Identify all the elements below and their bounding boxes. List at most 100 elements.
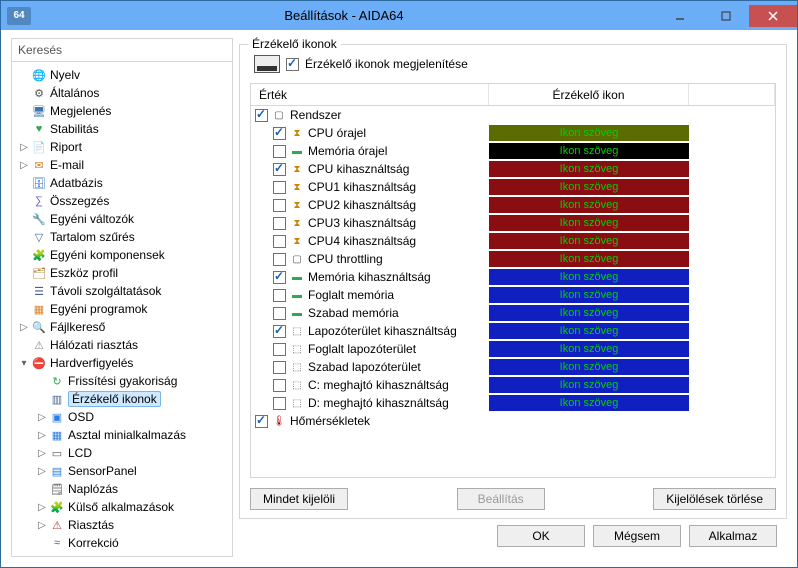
tree-item[interactable]: ▷🧩Külső alkalmazások [14, 498, 230, 516]
table-row[interactable]: ⬚Szabad lapozóterületIkon szöveg [251, 358, 775, 376]
select-all-button[interactable]: Mindet kijelöli [250, 488, 348, 510]
tree-item[interactable]: 🗒Naplózás [14, 480, 230, 498]
row-checkbox[interactable] [273, 361, 286, 374]
expander-icon[interactable]: ▷ [36, 412, 48, 423]
expander-icon[interactable]: ▷ [18, 322, 30, 333]
var-icon: 🔧 [31, 211, 47, 227]
tree-item[interactable]: ♥Stabilitás [14, 120, 230, 138]
tree-item[interactable]: ▾⛔Hardverfigyelés [14, 354, 230, 372]
tree-item[interactable]: ☰Távoli szolgáltatások [14, 282, 230, 300]
tree-item[interactable]: ▷✉E-mail [14, 156, 230, 174]
tree-item[interactable]: ▥Érzékelő ikonok [14, 390, 230, 408]
table-row[interactable]: 🌡Hőmérsékletek [251, 412, 775, 430]
tree-item[interactable]: ▷▭LCD [14, 444, 230, 462]
expander-icon[interactable]: ▷ [36, 466, 48, 477]
minimize-button[interactable] [657, 5, 703, 27]
expander-icon[interactable]: ▷ [36, 430, 48, 441]
tree-item[interactable]: ∑Összegzés [14, 192, 230, 210]
row-checkbox[interactable] [273, 343, 286, 356]
row-checkbox[interactable] [273, 271, 286, 284]
table-row[interactable]: ▬Szabad memóriaIkon szöveg [251, 304, 775, 322]
clear-selection-button[interactable]: Kijelölések törlése [653, 488, 776, 510]
close-button[interactable] [749, 5, 797, 27]
col-icon[interactable]: Érzékelő ikon [489, 84, 689, 105]
tree-item[interactable]: 🧩Egyéni komponensek [14, 246, 230, 264]
row-checkbox[interactable] [255, 415, 268, 428]
tree-item[interactable]: 🗄Adatbázis [14, 174, 230, 192]
cpu-icon: ▢ [290, 252, 304, 266]
tree-item[interactable]: ▷🔍Fájlkereső [14, 318, 230, 336]
row-label: D: meghajtó kihasználtság [308, 396, 449, 410]
row-checkbox[interactable] [273, 253, 286, 266]
row-checkbox[interactable] [273, 325, 286, 338]
row-checkbox[interactable] [273, 181, 286, 194]
table-row[interactable]: ⧗CPU1 kihasználtságIkon szöveg [251, 178, 775, 196]
row-checkbox[interactable] [255, 109, 268, 122]
expander-icon[interactable]: ▷ [18, 160, 30, 171]
tree-item[interactable]: ▷📄Riport [14, 138, 230, 156]
expander-icon[interactable]: ▷ [18, 142, 30, 153]
table-row[interactable]: ▬Memória kihasználtságIkon szöveg [251, 268, 775, 286]
table-row[interactable]: ▬Memória órajelIkon szöveg [251, 142, 775, 160]
table-row[interactable]: ⬚Foglalt lapozóterületIkon szöveg [251, 340, 775, 358]
row-checkbox[interactable] [273, 379, 286, 392]
tree-item[interactable]: 🌐Nyelv [14, 66, 230, 84]
search-header[interactable]: Keresés [12, 39, 232, 62]
table-row[interactable]: ⬚Lapozóterület kihasználtságIkon szöveg [251, 322, 775, 340]
tree-item[interactable]: ▦Egyéni programok [14, 300, 230, 318]
row-checkbox[interactable] [273, 163, 286, 176]
table-row[interactable]: ⧗CPU3 kihasználtságIkon szöveg [251, 214, 775, 232]
mem-icon: ▬ [290, 270, 304, 284]
nav-tree[interactable]: 🌐Nyelv⚙Általános🖥Megjelenés♥Stabilitás▷📄… [12, 62, 232, 556]
tree-item[interactable]: ▷⚠Riasztás [14, 516, 230, 534]
col-value[interactable]: Érték [251, 84, 489, 105]
row-checkbox[interactable] [273, 217, 286, 230]
tree-item[interactable]: ↻Frissítési gyakoriság [14, 372, 230, 390]
table-row[interactable]: ▢CPU throttlingIkon szöveg [251, 250, 775, 268]
tree-item[interactable]: ▷▤SensorPanel [14, 462, 230, 480]
row-checkbox[interactable] [273, 145, 286, 158]
expander-icon[interactable]: ▷ [36, 502, 48, 513]
clock-icon: ⧗ [290, 234, 304, 248]
table-row[interactable]: ⬚C: meghajtó kihasználtságIkon szöveg [251, 376, 775, 394]
tree-item[interactable]: ≈Korrekció [14, 534, 230, 552]
table-row[interactable]: ⬚D: meghajtó kihasználtságIkon szöveg [251, 394, 775, 412]
tree-item[interactable]: ⚠Hálózati riasztás [14, 336, 230, 354]
tree-item[interactable]: ⚙Általános [14, 84, 230, 102]
panel-icon: ▤ [49, 463, 65, 479]
row-checkbox[interactable] [273, 397, 286, 410]
ok-button[interactable]: OK [497, 525, 585, 547]
table-row[interactable]: ⧗CPU órajelIkon szöveg [251, 124, 775, 142]
table-row[interactable]: ▢Rendszer [251, 106, 775, 124]
cancel-button[interactable]: Mégsem [593, 525, 681, 547]
expander-icon[interactable]: ▾ [18, 358, 30, 369]
row-checkbox[interactable] [273, 127, 286, 140]
tree-item[interactable]: ▽Tartalom szűrés [14, 228, 230, 246]
remote-icon: ☰ [31, 283, 47, 299]
tree-label: Riasztás [68, 518, 114, 532]
table-row[interactable]: ⧗CPU kihasználtságIkon szöveg [251, 160, 775, 178]
tree-item[interactable]: 🔧Egyéni változók [14, 210, 230, 228]
table-row[interactable]: ⧗CPU4 kihasználtságIkon szöveg [251, 232, 775, 250]
row-checkbox[interactable] [273, 235, 286, 248]
row-checkbox[interactable] [273, 199, 286, 212]
globe-icon: 🌐 [31, 67, 47, 83]
apply-button[interactable]: Alkalmaz [689, 525, 777, 547]
table-row[interactable]: ▬Foglalt memóriaIkon szöveg [251, 286, 775, 304]
tree-item[interactable]: ▷▦Asztal minialkalmazás [14, 426, 230, 444]
table-row[interactable]: ⧗CPU2 kihasználtságIkon szöveg [251, 196, 775, 214]
therm-icon: 🌡 [272, 414, 286, 428]
tree-label: Távoli szolgáltatások [50, 284, 161, 298]
tree-item[interactable]: 🗂Eszköz profil [14, 264, 230, 282]
row-checkbox[interactable] [273, 307, 286, 320]
window-title: Beállítások - AIDA64 [31, 8, 657, 23]
show-sensor-icons-checkbox[interactable] [286, 58, 299, 71]
expander-icon[interactable]: ▷ [36, 520, 48, 531]
table-body[interactable]: ▢Rendszer⧗CPU órajelIkon szöveg▬Memória … [251, 106, 775, 477]
maximize-button[interactable] [703, 5, 749, 27]
tree-item[interactable]: 🖥Megjelenés [14, 102, 230, 120]
tree-item[interactable]: ▷▣OSD [14, 408, 230, 426]
row-checkbox[interactable] [273, 289, 286, 302]
config-button[interactable]: Beállítás [457, 488, 545, 510]
expander-icon[interactable]: ▷ [36, 448, 48, 459]
